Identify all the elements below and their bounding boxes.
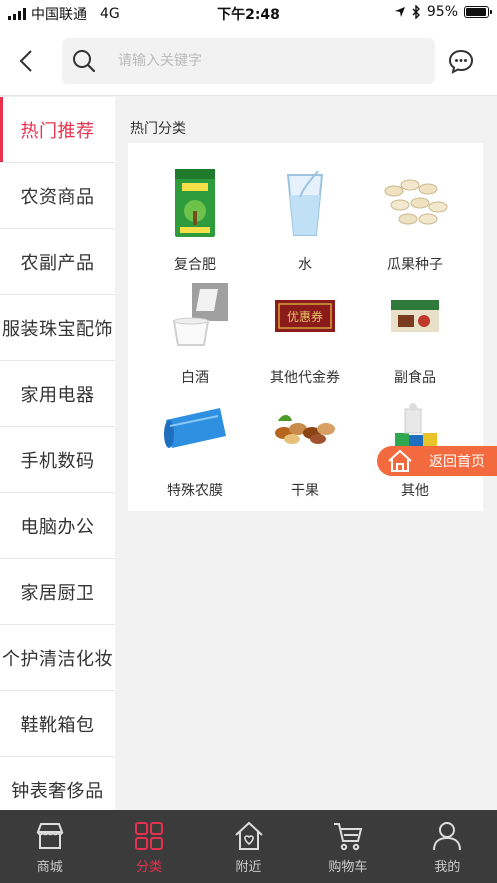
seeds-icon <box>380 165 450 241</box>
status-bar: 中国联通 4G 下午2:48 95% <box>0 0 497 26</box>
home-icon <box>385 446 415 476</box>
header <box>0 26 497 96</box>
nuts-icon <box>270 391 340 467</box>
category-item[interactable]: 复合肥 <box>136 143 254 273</box>
grid-icon <box>135 822 164 850</box>
chevron-left-icon <box>19 50 32 72</box>
location-icon <box>394 7 405 17</box>
category-label: 其他 <box>401 483 429 499</box>
sidebar-item-home[interactable]: 家居厨卫 <box>0 559 115 625</box>
tab-me[interactable]: 我的 <box>398 810 497 883</box>
battery-percent: 95% <box>426 4 458 20</box>
category-label: 干果 <box>291 483 319 499</box>
search-icon <box>73 50 96 73</box>
category-item[interactable]: 水 <box>246 143 364 273</box>
sidebar-item-apparel[interactable]: 服装珠宝配饰 <box>0 295 115 361</box>
user-icon <box>433 822 462 851</box>
battery-icon <box>464 6 492 18</box>
tab-label: 附近 <box>235 860 262 875</box>
sidebar-item-personal-care[interactable]: 个护清洁化妆 <box>0 625 115 691</box>
tab-label: 分类 <box>136 860 163 875</box>
tab-label: 商城 <box>36 860 63 875</box>
sidebar-item-agri-products[interactable]: 农副产品 <box>0 229 115 295</box>
voucher-text: 优惠券 <box>287 309 323 324</box>
back-button[interactable] <box>14 48 38 74</box>
food-box-icon <box>380 278 450 354</box>
return-home-button[interactable]: 返回首页 <box>377 446 497 476</box>
bottom-tabbar: 商城 分类 附近 购物车 我的 <box>0 810 497 883</box>
sidebar-item-agri-supplies[interactable]: 农资商品 <box>0 163 115 229</box>
category-item[interactable]: 干果 <box>246 369 364 499</box>
message-icon[interactable] <box>447 48 475 76</box>
bluetooth-icon <box>412 5 420 19</box>
return-home-label: 返回首页 <box>429 454 485 470</box>
cart-icon <box>333 823 363 851</box>
tab-nearby[interactable]: 附近 <box>199 810 298 883</box>
sidebar-item-computer[interactable]: 电脑办公 <box>0 493 115 559</box>
tab-category[interactable]: 分类 <box>99 810 198 883</box>
tab-store[interactable]: 商城 <box>0 810 99 883</box>
film-roll-icon <box>160 391 230 467</box>
battery-fill <box>466 8 486 16</box>
category-item[interactable]: 特殊农膜 <box>136 369 254 499</box>
tab-label: 我的 <box>434 860 461 875</box>
fertilizer-bag-icon <box>160 165 230 241</box>
status-right: 95% <box>394 4 492 20</box>
tab-cart[interactable]: 购物车 <box>298 810 397 883</box>
category-item[interactable]: 白酒 <box>136 256 254 386</box>
category-item[interactable]: 瓜果种子 <box>356 143 474 273</box>
search-input[interactable] <box>118 38 418 84</box>
sidebar-item-shoes-bags[interactable]: 鞋靴箱包 <box>0 691 115 757</box>
sidebar-item-hot[interactable]: 热门推荐 <box>0 97 115 163</box>
sidebar-item-watches[interactable]: 钟表奢侈品 <box>0 757 115 810</box>
sidebar-item-mobile[interactable]: 手机数码 <box>0 427 115 493</box>
water-glass-icon <box>270 165 340 241</box>
nearby-house-icon <box>234 821 263 850</box>
store-icon <box>36 823 64 849</box>
tab-label: 购物车 <box>328 860 368 875</box>
category-sidebar: 热门推荐 农资商品 农副产品 服装珠宝配饰 家用电器 手机数码 电脑办公 家居厨… <box>0 97 115 810</box>
sidebar-item-appliances[interactable]: 家用电器 <box>0 361 115 427</box>
voucher-icon: 优惠券 <box>270 278 340 354</box>
category-label: 特殊农膜 <box>167 483 223 499</box>
liquor-icon <box>160 278 230 354</box>
category-item[interactable]: 优惠券 其他代金券 <box>246 256 364 386</box>
search-bar[interactable] <box>62 38 435 84</box>
section-title: 热门分类 <box>130 121 186 137</box>
category-item[interactable]: 副食品 <box>356 256 474 386</box>
